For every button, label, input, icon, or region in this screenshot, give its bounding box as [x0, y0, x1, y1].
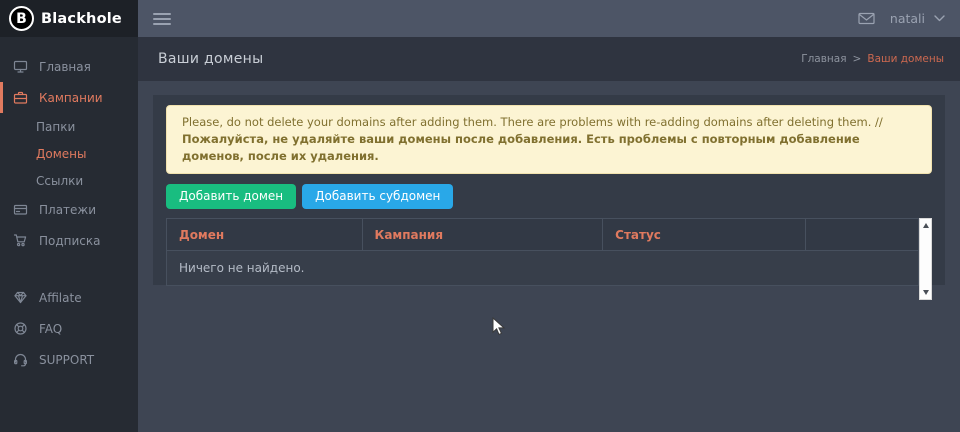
column-header-domain: Домен [167, 219, 363, 251]
table-header-row: Домен Кампания Статус [167, 219, 919, 251]
credit-card-icon [13, 202, 28, 217]
column-header-status: Статус [603, 219, 806, 251]
headset-icon [13, 352, 28, 367]
sidebar-item-faq[interactable]: FAQ [0, 313, 138, 344]
sidebar-item-label: Кампании [39, 91, 103, 105]
monitor-icon [13, 59, 28, 74]
mouse-cursor [492, 317, 506, 337]
page-title: Ваши домены [158, 51, 263, 67]
brand-logo-icon: B [9, 6, 34, 31]
domains-table: Домен Кампания Статус Ничего не найдено. [166, 218, 919, 286]
sidebar-item-label: Главная [39, 60, 91, 74]
username: natali [890, 11, 925, 26]
sidebar-item-label: Домены [36, 147, 86, 161]
column-header-actions [806, 219, 919, 251]
briefcase-icon [13, 90, 28, 105]
topbar-right: natali [858, 11, 960, 26]
domains-table-container: Домен Кампания Статус Ничего не найдено. [166, 218, 932, 300]
breadcrumb-home-link[interactable]: Главная [801, 53, 846, 65]
sidebar-item-label: FAQ [39, 322, 62, 336]
sidebar-item-label: Ссылки [36, 174, 83, 188]
sidebar-item-label: SUPPORT [39, 353, 94, 367]
sidebar-item-domeny[interactable]: Домены [0, 140, 138, 167]
sidebar-item-support[interactable]: SUPPORT [0, 344, 138, 375]
sidebar-item-podpiska[interactable]: Подписка [0, 225, 138, 256]
scroll-up-icon[interactable] [923, 223, 929, 228]
content-card: Please, do not delete your domains after… [153, 95, 945, 285]
sidebar-item-ssylki[interactable]: Ссылки [0, 167, 138, 194]
envelope-icon[interactable] [858, 12, 875, 25]
sidebar-item-label: Платежи [39, 203, 96, 217]
sidebar-menu: Главная Кампании Папки Домены Ссылки Пла… [0, 37, 138, 375]
brand-name: Blackhole [41, 11, 122, 27]
add-subdomain-button[interactable]: Добавить субдомен [302, 184, 453, 209]
hamburger-menu-icon[interactable] [151, 6, 173, 32]
warning-text-en: Please, do not delete your domains after… [182, 115, 883, 129]
actions-row: Добавить домен Добавить субдомен [166, 184, 932, 209]
sidebar-item-label: Affilate [39, 291, 82, 305]
brand-logo[interactable]: B Blackhole [0, 0, 138, 37]
sidebar-item-affilate[interactable]: Affilate [0, 282, 138, 313]
sidebar: B Blackhole Главная Кампании Папки Домен… [0, 0, 138, 432]
scroll-down-icon[interactable] [923, 290, 929, 295]
sidebar-item-papki[interactable]: Папки [0, 113, 138, 140]
breadcrumb: Главная > Ваши домены [801, 53, 944, 65]
title-strip: Ваши домены Главная > Ваши домены [138, 37, 960, 81]
breadcrumb-separator: > [853, 53, 862, 65]
table-row: Ничего не найдено. [167, 251, 919, 286]
breadcrumb-current: Ваши домены [867, 53, 944, 65]
gem-icon [13, 290, 28, 305]
shopping-cart-icon [13, 233, 28, 248]
warning-text-ru: Пожалуйста, не удаляйте ваши домены посл… [182, 132, 860, 163]
sidebar-item-label: Папки [36, 120, 75, 134]
sidebar-item-kampanii[interactable]: Кампании [0, 82, 138, 113]
warning-alert: Please, do not delete your domains after… [166, 105, 932, 174]
sidebar-item-glavnaya[interactable]: Главная [0, 51, 138, 82]
sidebar-item-label: Подписка [39, 234, 101, 248]
column-header-campaign: Кампания [362, 219, 603, 251]
table-empty-message: Ничего не найдено. [167, 251, 919, 286]
topbar: natali [138, 0, 960, 37]
chevron-down-icon [934, 15, 945, 22]
table-scrollbar[interactable] [919, 218, 932, 300]
life-ring-icon [13, 321, 28, 336]
sidebar-item-platezhi[interactable]: Платежи [0, 194, 138, 225]
add-domain-button[interactable]: Добавить домен [166, 184, 296, 209]
user-menu[interactable]: natali [890, 11, 945, 26]
